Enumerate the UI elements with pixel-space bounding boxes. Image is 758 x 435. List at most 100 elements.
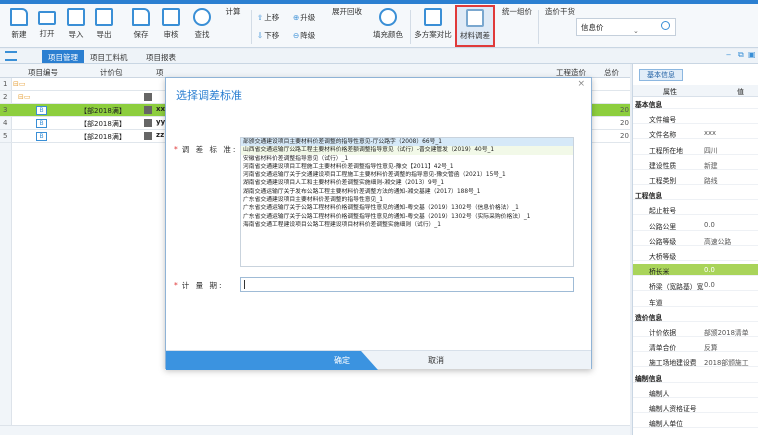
move-up-label: 上移 <box>264 13 280 22</box>
export-label: 导出 <box>96 30 112 39</box>
tab-basic-info[interactable]: 基本信息 <box>639 69 683 81</box>
property-group[interactable]: 工程信息 <box>633 188 758 201</box>
column-total[interactable]: 总价 <box>604 67 619 78</box>
cancel-button[interactable]: 取消 <box>406 351 466 370</box>
audit-icon <box>162 8 180 26</box>
standard-option[interactable]: 部颁交通建设项目主要材料价差调整的指导性意见-厅公路字（2008）66号_1 <box>241 138 573 147</box>
material-adjust-icon <box>466 9 484 27</box>
level-down-button[interactable]: ⊖降级 <box>293 30 315 41</box>
tab-project-management[interactable]: 项目管理 <box>42 50 84 63</box>
multi-compare-label: 多方案对比 <box>414 30 452 39</box>
move-down-button[interactable]: ⇩下移 <box>257 30 279 41</box>
ribbon-toolbar: 新建 打开 导入 导出 保存 审核 查找 计算 ⇧上移 ⇩下移 ⊕升级 ⊖降级 … <box>0 4 758 90</box>
property-row[interactable]: 编制人资格证号 <box>633 401 758 413</box>
material-adjust-button[interactable]: 材料调差 <box>455 5 495 47</box>
level-down-label: 降级 <box>300 31 316 40</box>
column-project-code[interactable]: 项目编号 <box>28 67 58 78</box>
collapse-panel-icon[interactable]: ▣ <box>748 50 756 59</box>
fill-color-button[interactable]: 填充颜色 <box>368 6 408 46</box>
property-row[interactable]: 清单合价 反算 <box>633 340 758 353</box>
property-row[interactable]: 桥长米 0.0 <box>633 264 758 277</box>
new-label: 新建 <box>11 30 27 39</box>
property-row[interactable]: 公路公里 0.0 <box>633 219 758 231</box>
row-number: 4 <box>3 119 8 127</box>
info-price-search-input[interactable]: 信息价 ⌄ <box>576 18 676 36</box>
folder-open-icon <box>38 11 56 25</box>
import-icon <box>67 8 85 26</box>
search-button[interactable]: 查找 <box>185 6 219 46</box>
view-tab-bar: 项目管理 项目工料机 项目报表 ‒ ⧉ ▣ <box>0 49 758 64</box>
property-row[interactable]: 施工场地建设费 2018部颁施工 <box>633 355 758 368</box>
horizontal-scrollbar[interactable] <box>0 425 630 435</box>
property-row[interactable]: 起止桩号 <box>633 203 758 216</box>
move-up-button[interactable]: ⇧上移 <box>257 12 279 23</box>
standard-option[interactable]: 湖南交通运输厅关于发布公路工程主要材料价差调整方法的通知-湘交基建（2017）1… <box>241 188 573 196</box>
standard-option[interactable]: 山西省交通运输厅公路工程主要材料价格差额调整指导意见（试行）-晋交建管发（201… <box>241 146 573 155</box>
standard-option[interactable]: 安徽省材料价差调整指导意见（试行）_1 <box>241 155 573 163</box>
tab-project-reports[interactable]: 项目报表 <box>140 50 182 63</box>
minimize-icon[interactable]: ‒ <box>726 50 731 59</box>
property-group[interactable]: 造价信息 <box>633 310 758 322</box>
property-row[interactable]: 文件编号 <box>633 112 758 125</box>
standard-option[interactable]: 湖南省交通建设项目人工和主要材料价差调整实施细则-湘交建（2013）9号_1 <box>241 179 573 187</box>
property-name: 编制信息 <box>635 374 663 383</box>
property-name: 清单合价 <box>649 344 677 353</box>
property-row[interactable]: 车道 <box>633 295 758 307</box>
search-icon[interactable] <box>661 21 670 30</box>
restore-icon[interactable]: ⧉ <box>738 50 744 60</box>
measurement-period-input[interactable] <box>240 277 574 292</box>
row-item: xx <box>156 105 166 113</box>
expand-collapse-button[interactable]: 展开回收 <box>327 6 367 90</box>
column-item[interactable]: 项 <box>156 67 164 78</box>
unified-price-button[interactable]: 统一组价 <box>497 6 537 90</box>
property-row[interactable]: 公路等级 高速公路 <box>633 234 758 246</box>
property-name: 公路等级 <box>649 237 677 246</box>
row-total: 20 <box>620 119 629 127</box>
property-name: 工程所在地 <box>649 146 683 155</box>
standard-list[interactable]: 部颁交通建设项目主要材料价差调整的指导性意见-厅公路字（2008）66号_1 山西… <box>240 137 574 267</box>
property-row[interactable]: 计价依据 部颁2018清单 <box>633 325 758 337</box>
required-marker: * <box>174 281 180 290</box>
property-value: 0.0 <box>704 220 715 229</box>
pricing-dry-label: 造价干货 <box>545 7 575 16</box>
save-button[interactable]: 保存 <box>124 6 158 46</box>
ok-button[interactable]: 确定 <box>166 351 378 370</box>
standard-option[interactable]: 海南省交通工程建设项目公路工程建设项目材料价差调整实施细则（试行）_1 <box>241 221 573 229</box>
folder-icon[interactable]: ⊟▭ <box>18 93 30 101</box>
close-icon[interactable]: × <box>577 79 585 89</box>
property-value: 0.0 <box>704 266 715 275</box>
calculate-button[interactable]: 计算 <box>216 6 250 90</box>
multi-compare-button[interactable]: 多方案对比 <box>413 6 453 46</box>
standard-option[interactable]: 河南省交通运输厅关于交通建设项目工程施工主要材料价差调整的指导意见-豫交管函（2… <box>241 171 573 179</box>
property-group[interactable]: 编制信息 <box>633 371 758 383</box>
row-package-name: 【部2018满】 <box>80 133 126 141</box>
audit-button[interactable]: 审核 <box>154 6 188 46</box>
property-row[interactable]: 文件名称 xxx <box>633 127 758 140</box>
property-row[interactable]: 编制人 <box>633 386 758 398</box>
property-row[interactable]: 建设性质 新建 <box>633 158 758 170</box>
level-up-button[interactable]: ⊕升级 <box>293 12 315 23</box>
property-row[interactable]: 工程类别 路线 <box>633 173 758 185</box>
column-pricing-package[interactable]: 计价包 <box>100 67 123 78</box>
property-row[interactable]: 工程所在地 四川 <box>633 143 758 155</box>
menu-list-icon[interactable] <box>5 51 17 61</box>
row-item: zz <box>156 131 165 139</box>
export-button[interactable]: 导出 <box>87 6 121 46</box>
property-row[interactable]: 桥梁（宽路基）宽 0.0 <box>633 279 758 292</box>
compare-icon <box>424 8 442 26</box>
standard-option[interactable]: 广东省交通建设项目主要材料价差调整的指导性意见_1 <box>241 196 573 204</box>
lock-icon <box>144 119 152 127</box>
folder-icon[interactable]: ⊟▭ <box>13 80 25 88</box>
standard-option[interactable]: 河南省交通建设项目工程施工主要材料价差调整指导性意见-豫交【2011】42号_1 <box>241 163 573 171</box>
property-group[interactable]: 基本信息 <box>633 97 758 109</box>
tab-project-materials[interactable]: 项目工料机 <box>84 50 134 63</box>
ok-label: 确定 <box>334 356 350 365</box>
properties-panel: 基本信息 属性 值 基本信息 文件编号 文件名称 xxx 工程所在地 四川 建设性质 新建 工程… <box>632 64 758 435</box>
standard-option[interactable]: 广东省交通运输厅关于公路工程材料价格调整指导性意见的通知-粤交基（2019）13… <box>241 213 573 221</box>
pricing-dry-button[interactable]: 造价干货 <box>540 6 580 90</box>
standard-option[interactable]: 广东省交通运输厅关于公路工程材料价格调整指导性意见的通知-粤交基（2019）13… <box>241 204 573 212</box>
property-row[interactable]: 编制人单位 <box>633 416 758 429</box>
value-column-header: 值 <box>737 88 744 96</box>
amount-label-text: 计 量 期: <box>181 281 224 290</box>
property-row[interactable]: 大桥等级 <box>633 249 758 261</box>
